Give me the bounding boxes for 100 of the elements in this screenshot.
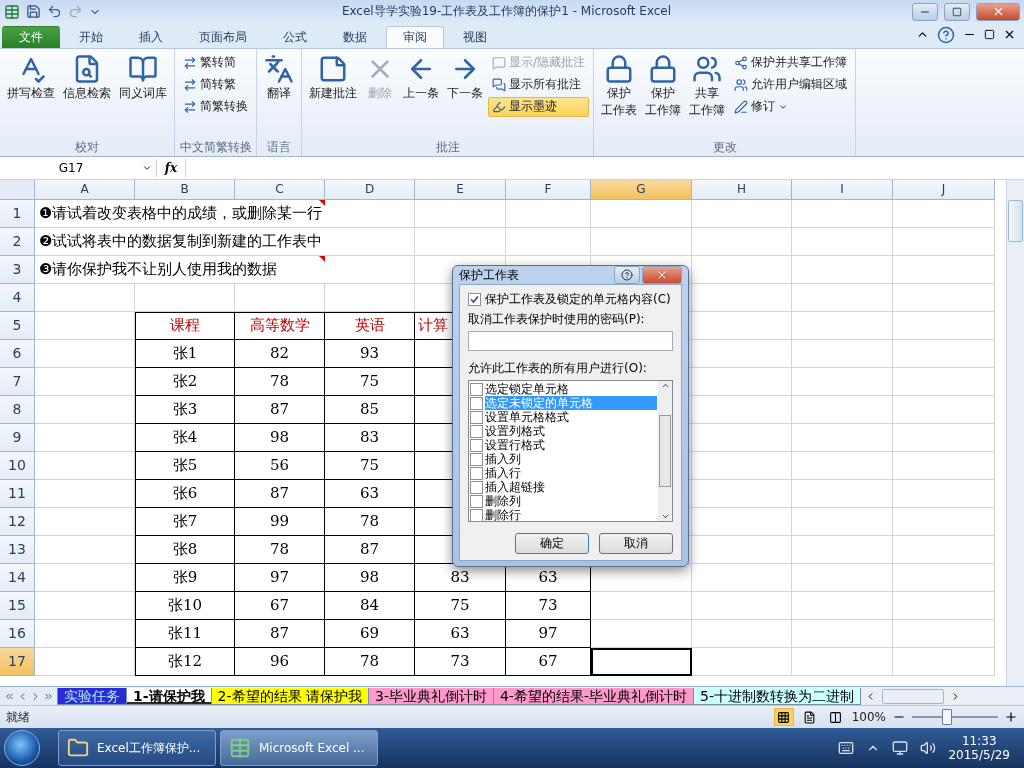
ribbon-tab[interactable]: 公式	[266, 25, 324, 48]
row-header[interactable]: 9	[0, 423, 35, 452]
column-header[interactable]: I	[792, 179, 893, 200]
row-header[interactable]: 7	[0, 367, 35, 396]
restore-icon[interactable]	[984, 29, 995, 41]
minimize-button[interactable]	[912, 2, 938, 21]
permission-item[interactable]: 删除列	[470, 494, 657, 508]
ribbon-button[interactable]: 修订	[730, 96, 852, 117]
checkbox[interactable]	[470, 508, 483, 522]
sheet-tab[interactable]: 5-十进制数转换为二进制	[692, 687, 861, 705]
column-header[interactable]: C	[235, 179, 325, 200]
ribbon-button[interactable]: 显示墨迹	[488, 96, 590, 117]
zoom-in-icon[interactable]	[1004, 710, 1018, 725]
permission-item[interactable]: 选定锁定单元格	[470, 382, 657, 396]
column-header[interactable]: H	[692, 179, 792, 200]
volume-icon[interactable]	[920, 740, 937, 757]
row-header[interactable]: 17	[0, 647, 35, 676]
keyboard-icon[interactable]	[838, 740, 855, 757]
save-icon[interactable]	[26, 4, 41, 20]
ribbon-button[interactable]: 上一条	[400, 50, 442, 138]
row-header[interactable]: 2	[0, 227, 35, 256]
start-button[interactable]	[4, 730, 40, 767]
scroll-down-icon[interactable]	[660, 512, 670, 521]
checkbox[interactable]	[470, 382, 483, 396]
clock[interactable]: 11:33 2015/5/29	[948, 734, 1010, 763]
ribbon-button[interactable]: 翻译	[261, 50, 297, 138]
checkbox[interactable]	[470, 438, 483, 452]
ribbon-tab[interactable]: 审阅	[386, 25, 444, 48]
checkbox[interactable]	[470, 466, 483, 480]
permission-item[interactable]: 插入列	[470, 452, 657, 466]
permission-item[interactable]: 设置列格式	[470, 424, 657, 438]
ribbon-button[interactable]: 保护 工作表	[598, 50, 641, 138]
column-header[interactable]: B	[135, 179, 235, 200]
checkbox[interactable]	[470, 452, 483, 466]
taskbar-button[interactable]: Excel工作簿保护...	[58, 730, 216, 767]
sheet-tab[interactable]: 2-希望的结果 请保护我	[210, 687, 369, 705]
ribbon-button[interactable]: 新建批注	[306, 50, 360, 138]
ribbon-button[interactable]: 拼写检查	[4, 50, 58, 138]
protect-checkbox[interactable]: 保护工作表及锁定的单元格内容(C)	[468, 291, 673, 308]
help-button[interactable]	[614, 266, 640, 284]
ribbon-tab[interactable]: 插入	[122, 25, 180, 48]
close-button[interactable]	[642, 266, 682, 284]
vertical-scrollbar[interactable]	[1006, 179, 1024, 687]
permission-item[interactable]: 插入超链接	[470, 480, 657, 494]
password-field[interactable]	[468, 331, 673, 351]
column-header[interactable]: J	[893, 179, 995, 200]
row-header[interactable]: 13	[0, 535, 35, 564]
ribbon-button[interactable]: 允许用户编辑区域	[730, 74, 852, 95]
row-header[interactable]: 1	[0, 199, 35, 228]
row-header[interactable]: 5	[0, 311, 35, 340]
checkbox[interactable]	[470, 494, 483, 508]
cancel-button[interactable]: 取消	[599, 533, 673, 554]
column-header[interactable]: D	[325, 179, 415, 200]
close-button[interactable]	[976, 2, 1020, 21]
slider-thumb[interactable]	[942, 709, 953, 726]
ribbon-button[interactable]: 同义词库	[116, 50, 170, 138]
excel-icon[interactable]	[4, 3, 20, 20]
undo-icon[interactable]	[47, 4, 62, 20]
sheet-tab[interactable]: 3-毕业典礼倒计时	[368, 687, 494, 705]
row-header[interactable]: 15	[0, 591, 35, 620]
checkbox[interactable]	[470, 410, 483, 424]
permission-item[interactable]: 插入行	[470, 466, 657, 480]
taskbar-button[interactable]: Microsoft Excel ...	[220, 730, 378, 767]
ribbon-button[interactable]: 共享 工作簿	[686, 50, 729, 138]
ribbon-button[interactable]: 繁转简	[179, 52, 252, 73]
ribbon-tab[interactable]: 数据	[326, 25, 384, 48]
sheet-tab[interactable]: 4-希望的结果-毕业典礼倒计时	[492, 687, 694, 705]
ribbon-tab[interactable]: 页面布局	[182, 25, 264, 48]
row-header[interactable]: 12	[0, 507, 35, 536]
ribbon-tab[interactable]: 文件	[2, 25, 60, 48]
active-cell[interactable]	[591, 647, 692, 676]
list-scrollbar[interactable]	[658, 381, 672, 521]
view-button[interactable]	[773, 708, 794, 727]
checkbox[interactable]	[470, 424, 483, 438]
name-box[interactable]: G17	[0, 158, 157, 177]
sheet-tab[interactable]: 实验任务	[57, 687, 127, 705]
checkbox[interactable]	[468, 293, 481, 306]
row-header[interactable]: 3	[0, 255, 35, 284]
help-icon[interactable]	[937, 25, 955, 44]
ribbon-button[interactable]: 保护 工作簿	[642, 50, 685, 138]
row-header[interactable]: 8	[0, 395, 35, 424]
scroll-up-icon[interactable]	[660, 381, 670, 390]
column-header[interactable]: A	[35, 179, 135, 200]
row-header[interactable]: 14	[0, 563, 35, 592]
column-header[interactable]: E	[415, 179, 506, 200]
ribbon-tab[interactable]: 视图	[446, 25, 504, 48]
ribbon-button[interactable]: 保护并共享工作簿	[730, 52, 852, 73]
column-header[interactable]: F	[506, 179, 591, 200]
ribbon-button[interactable]: 信息检索	[60, 50, 114, 138]
checkbox[interactable]	[470, 480, 483, 494]
permission-item[interactable]: 设置单元格格式	[470, 410, 657, 424]
ribbon-button[interactable]: 显示所有批注	[488, 74, 590, 95]
checkbox[interactable]	[470, 396, 483, 410]
restore-button[interactable]	[944, 2, 970, 21]
network-icon[interactable]	[892, 740, 909, 757]
row-header[interactable]: 11	[0, 479, 35, 508]
row-header[interactable]: 10	[0, 451, 35, 480]
row-header[interactable]: 4	[0, 283, 35, 312]
permission-item[interactable]: 设置行格式	[470, 438, 657, 452]
permission-item[interactable]: 删除行	[470, 508, 657, 522]
